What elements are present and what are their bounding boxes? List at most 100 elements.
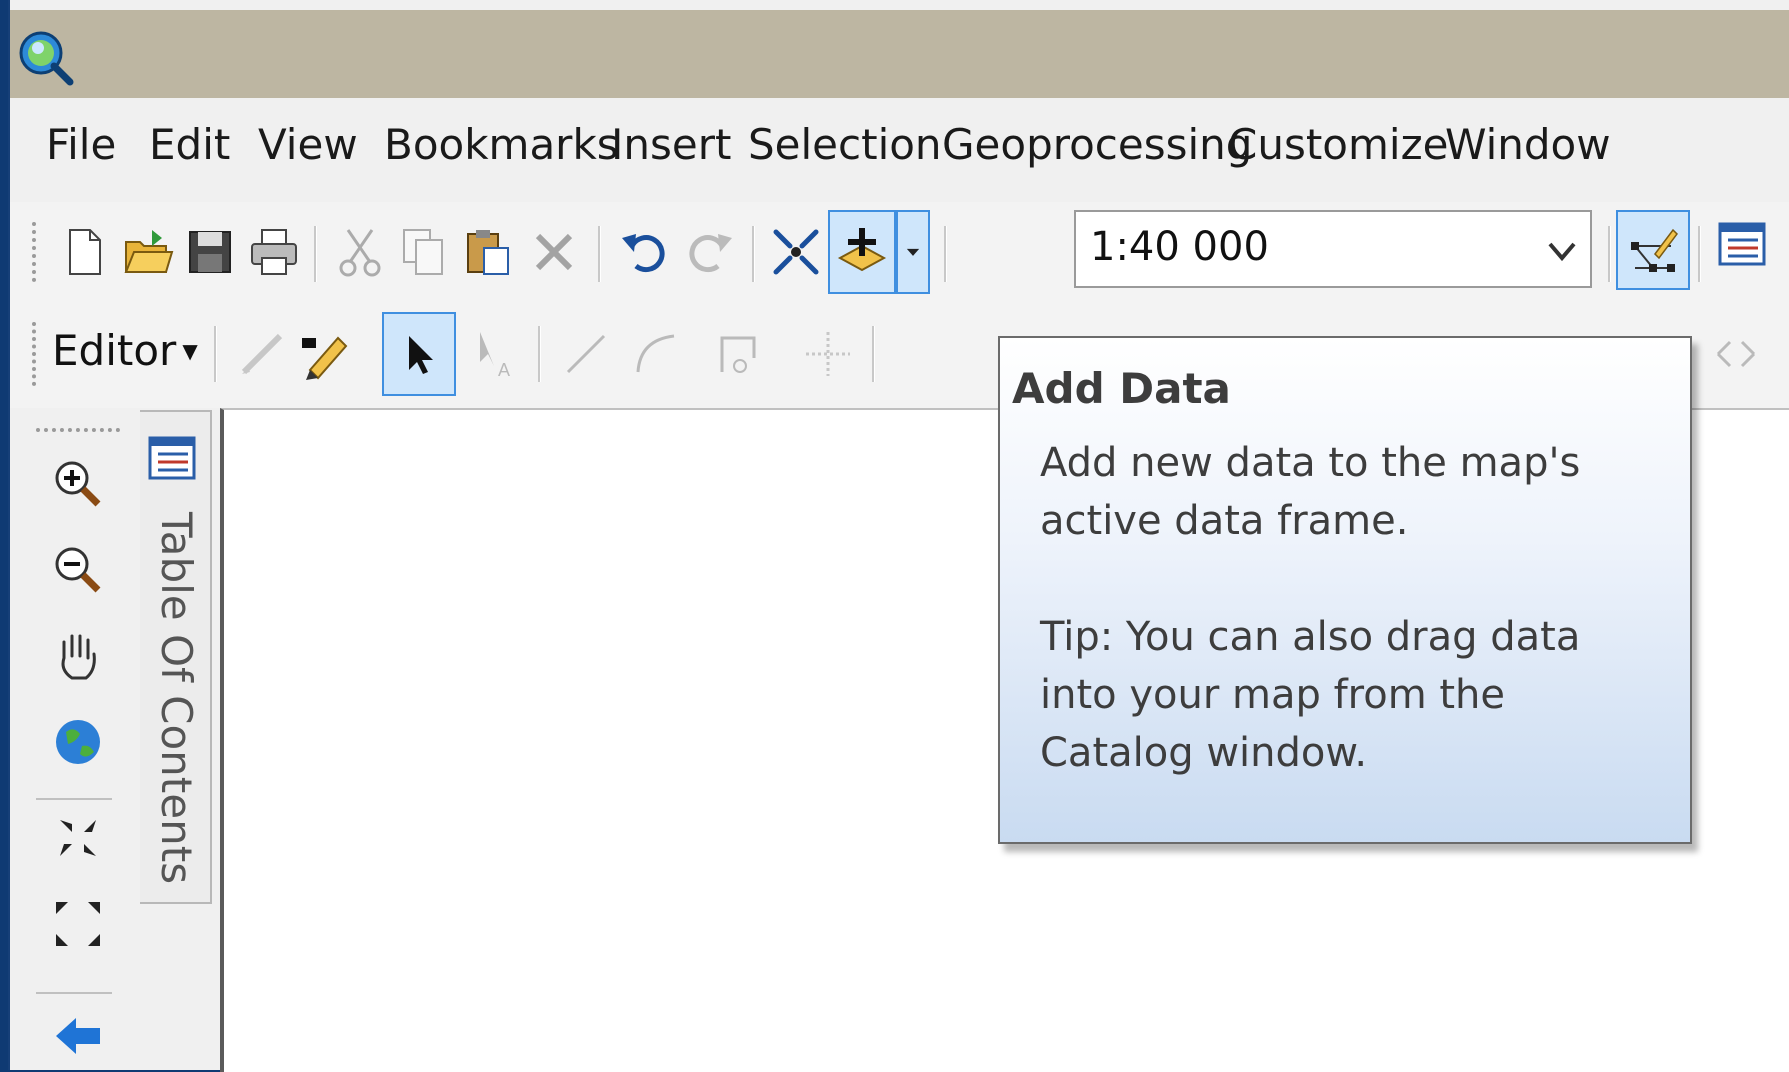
toolbar-grip[interactable] (32, 222, 40, 282)
menu-customize[interactable]: Customize (1228, 120, 1448, 169)
delete-icon (535, 233, 573, 271)
toolbar-separator (1608, 226, 1611, 282)
menu-insert[interactable]: Insert (611, 120, 731, 169)
toolbar-separator (314, 226, 317, 282)
add-data-tooltip: Add Data Add new data to the map's activ… (998, 336, 1692, 844)
map-scale-combobox[interactable]: 1:40 000 (1074, 210, 1592, 288)
tooltip-tip: Tip: You can also drag data into your ma… (1040, 614, 1581, 776)
tooltip-description: Add new data to the map's active data fr… (1040, 440, 1581, 544)
paste-button[interactable] (458, 222, 518, 282)
tooltip-title: Add Data (1012, 364, 1231, 413)
paste-icon (467, 230, 509, 275)
redo-button[interactable] (680, 222, 740, 282)
full-extent-globe-button[interactable] (48, 712, 108, 772)
open-button[interactable] (118, 222, 178, 282)
toolbar-grip[interactable] (32, 322, 40, 386)
table-of-contents-button[interactable] (1712, 214, 1772, 274)
table-of-contents-tab-icon (146, 432, 198, 484)
svg-text:A: A (498, 360, 510, 380)
editor-toolbar-button[interactable] (1616, 210, 1690, 290)
cut-button[interactable] (330, 222, 390, 282)
dropdown-arrow-icon (906, 248, 920, 256)
fixed-zoom-in-button[interactable] (48, 808, 108, 868)
toolbar-separator (538, 326, 541, 382)
select-tool-button[interactable] (382, 312, 456, 396)
select-arrow-icon (409, 336, 433, 374)
toolbar-separator (752, 226, 755, 282)
chevron-down-icon[interactable] (1544, 232, 1580, 268)
save-button[interactable] (180, 222, 240, 282)
tools-toolbar (30, 408, 130, 1070)
pan-hand-icon (61, 634, 96, 680)
menu-bookmarks[interactable]: Bookmarks (384, 120, 619, 169)
sketch-properties-icon (1716, 340, 1756, 368)
table-of-contents-tab[interactable]: Table Of Contents (140, 410, 212, 904)
undo-icon (622, 234, 665, 273)
menu-windows[interactable]: Window (1445, 120, 1611, 169)
go-back-button[interactable] (48, 1006, 108, 1066)
full-extent-button[interactable] (766, 222, 826, 282)
open-folder-icon (124, 230, 174, 273)
pan-button[interactable] (48, 626, 108, 686)
copy-icon (403, 229, 443, 275)
toolbar-separator (214, 326, 217, 382)
delete-button[interactable] (524, 222, 584, 282)
edit-tool-button[interactable] (296, 324, 356, 384)
menu-file[interactable]: File (46, 120, 116, 169)
sketch-icon (241, 333, 283, 375)
trace-icon (720, 336, 756, 373)
arcmap-window: File Edit View Bookmarks Insert Selectio… (8, 0, 1789, 1072)
trace-tool-button[interactable] (710, 324, 770, 384)
fixed-zoom-out-button[interactable] (48, 894, 108, 954)
map-scale-value: 1:40 000 (1090, 224, 1269, 270)
print-icon (251, 229, 297, 275)
toolbar-separator (36, 992, 112, 994)
toolbar-separator (1698, 226, 1701, 282)
menu-edit[interactable]: Edit (149, 120, 230, 169)
edit-annotation-button[interactable]: A (466, 324, 526, 384)
zoom-in-button[interactable] (48, 454, 108, 514)
zoom-in-icon (55, 461, 101, 507)
cut-icon (339, 229, 381, 277)
menu-geoprocessing[interactable]: Geoprocessing (942, 120, 1252, 169)
toolbar-grip[interactable] (36, 428, 120, 432)
title-bar[interactable] (10, 10, 1789, 98)
straight-segment-button[interactable] (556, 324, 616, 384)
toolbar-separator (872, 326, 875, 382)
midpoint-tool-button[interactable] (798, 324, 858, 384)
zoom-out-button[interactable] (48, 540, 108, 600)
menu-view[interactable]: View (258, 120, 358, 169)
add-data-dropdown[interactable] (896, 210, 930, 294)
table-of-contents-icon (1718, 222, 1766, 266)
new-document-icon (69, 229, 101, 275)
caret-down-icon: ▼ (182, 338, 198, 363)
sketch-tool-button[interactable] (232, 324, 292, 384)
undo-button[interactable] (614, 222, 674, 282)
add-data-button[interactable] (828, 210, 896, 294)
sketch-properties-button[interactable] (1706, 324, 1766, 384)
toolbar-separator (944, 226, 947, 282)
full-extent-icon (773, 229, 819, 275)
fixed-zoom-out-icon (56, 902, 100, 946)
table-of-contents-label: Table Of Contents (152, 512, 201, 885)
editor-menu-label: Editor (52, 326, 177, 375)
fixed-zoom-in-icon (60, 820, 96, 856)
globe-icon (56, 720, 100, 764)
pencil-icon (302, 336, 348, 380)
editor-menu-button[interactable]: Editor ▼ (52, 326, 198, 375)
arc-segment-button[interactable] (626, 324, 686, 384)
save-icon (189, 231, 231, 273)
arc-segment-icon (636, 334, 675, 373)
print-button[interactable] (244, 222, 304, 282)
menu-bar: File Edit View Bookmarks Insert Selectio… (10, 98, 1789, 202)
back-arrow-icon (56, 1018, 100, 1054)
menu-selection[interactable]: Selection (748, 120, 942, 169)
add-data-icon (837, 228, 887, 272)
straight-segment-icon (566, 334, 606, 374)
redo-icon (689, 234, 732, 273)
arcmap-app-icon[interactable] (16, 28, 74, 86)
editor-toolbar-icon (1631, 228, 1678, 272)
new-document-button[interactable] (54, 222, 114, 282)
copy-button[interactable] (394, 222, 454, 282)
zoom-out-icon (55, 547, 101, 593)
